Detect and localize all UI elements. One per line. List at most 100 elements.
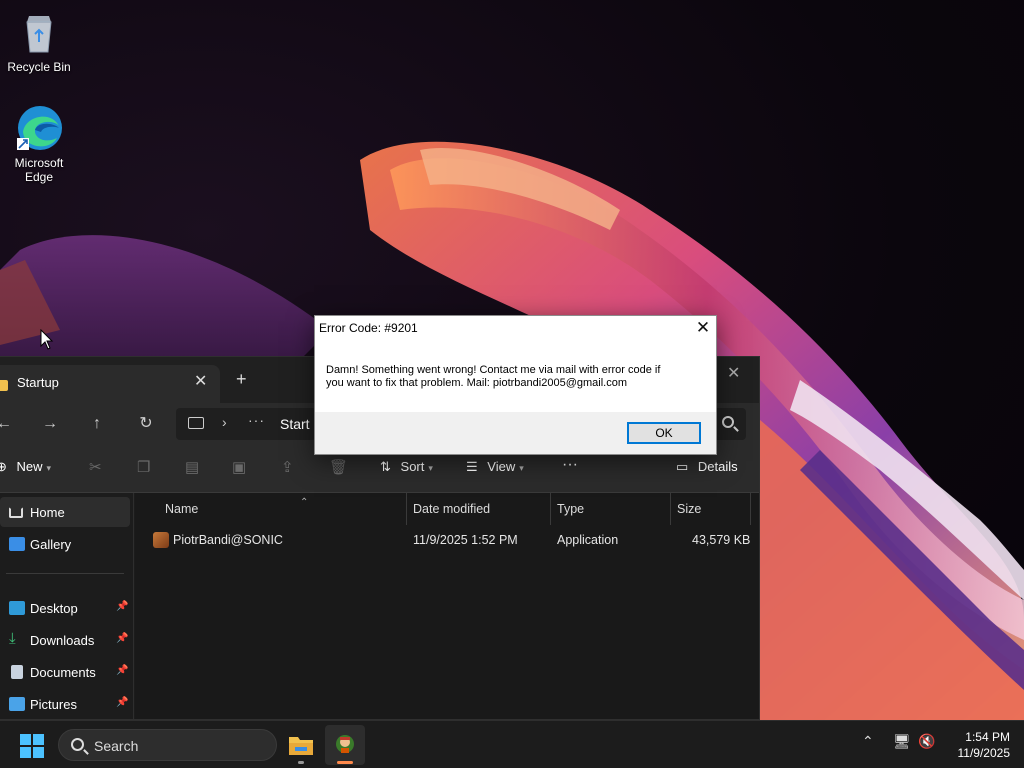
table-row[interactable]: PiotrBandi@SONIC 11/9/2025 1:52 PM Appli… (135, 525, 759, 557)
taskbar-search[interactable]: Search (58, 729, 277, 761)
sidebar-item-documents[interactable]: Documents 📌 (0, 657, 130, 687)
sidebar-item-gallery[interactable]: Gallery (0, 529, 130, 559)
gallery-icon (9, 537, 25, 551)
breadcrumb-overflow[interactable]: ··· (248, 412, 265, 428)
mouse-cursor-icon (40, 329, 54, 350)
documents-icon (11, 665, 23, 679)
column-header-name[interactable]: ⌃ Name (157, 493, 407, 525)
clock-time: 1:54 PM (965, 730, 1010, 744)
column-header-type[interactable]: Type (549, 493, 671, 525)
sidebar-item-downloads[interactable]: ⤓ Downloads 📌 (0, 625, 130, 655)
show-hidden-icons-chevron-icon[interactable]: ⌃ (862, 733, 874, 750)
cut-icon[interactable]: ✂ (89, 458, 102, 476)
plus-circle-icon: ⊕ (0, 459, 7, 474)
taskbar-search-label: Search (94, 738, 139, 754)
ok-button[interactable]: OK (627, 422, 701, 444)
search-icon (71, 738, 84, 751)
column-header-size[interactable]: Size (669, 493, 751, 525)
sort-label: Sort (400, 459, 425, 474)
navigation-pane: Home Gallery Desktop 📌 ⤓ Downloads 📌 Doc… (0, 493, 134, 719)
chevron-down-icon: ▾ (428, 463, 433, 473)
new-button[interactable]: ⊕ New▾ (0, 459, 51, 475)
dialog-message-line2: you want to fix that problem. Mail: piot… (326, 377, 627, 389)
home-icon (9, 507, 23, 518)
column-header-label: Date modified (413, 502, 491, 516)
window-close-button[interactable]: ✕ (727, 363, 740, 383)
error-dialog: Error Code: #9201 ✕ Damn! Something went… (314, 315, 717, 455)
new-tab-button[interactable]: + (236, 369, 247, 390)
sort-button[interactable]: ⇅ Sort ▾ (380, 459, 433, 475)
dialog-title: Error Code: #9201 (319, 321, 418, 335)
refresh-icon[interactable]: ↻ (134, 412, 158, 436)
pin-icon: 📌 (116, 697, 129, 708)
taskbar-running-app[interactable] (325, 725, 365, 765)
desktop-icon (9, 601, 25, 615)
file-size: 43,579 KB (692, 533, 751, 547)
file-date: 11/9/2025 1:52 PM (413, 533, 518, 547)
desktop-icon-recycle-bin[interactable]: Recycle Bin (1, 8, 77, 74)
recycle-bin-label: Recycle Bin (7, 60, 71, 74)
column-header-date[interactable]: Date modified (405, 493, 551, 525)
windows-logo-icon (33, 734, 44, 745)
address-bar[interactable]: › ··· Start Menu (176, 408, 316, 440)
sidebar-item-pictures[interactable]: Pictures 📌 (0, 689, 130, 719)
windows-logo-icon (20, 747, 31, 758)
new-label: New (16, 459, 43, 474)
file-list: ⌃ Name Date modified Type Size PiotrBand… (135, 493, 759, 719)
dialog-close-button[interactable]: ✕ (692, 317, 714, 339)
paste-icon[interactable]: ▤ (185, 458, 199, 476)
forward-arrow-icon[interactable]: → (38, 412, 62, 436)
tab-close-icon[interactable]: ✕ (194, 371, 207, 391)
sidebar-divider (6, 573, 124, 574)
column-header-label: Size (677, 502, 702, 516)
start-button[interactable] (20, 734, 44, 758)
recycle-bin-icon (15, 8, 63, 56)
windows-logo-icon (33, 747, 44, 758)
system-clock[interactable]: 1:54 PM 11/9/2025 (946, 729, 1011, 761)
details-pane-icon: ▭ (676, 459, 689, 474)
taskbar-file-explorer[interactable] (281, 725, 321, 765)
view-label: View (487, 459, 516, 474)
chevron-down-icon: ▾ (46, 463, 52, 473)
view-icon: ☰ (466, 459, 478, 474)
folder-icon (0, 380, 8, 391)
chevron-down-icon: ▾ (519, 463, 524, 473)
copy-icon[interactable]: ❐ (137, 458, 150, 476)
pin-icon: 📌 (116, 633, 129, 644)
sort-icon: ⇅ (380, 459, 391, 474)
column-header-label: Name (165, 502, 199, 516)
volume-muted-icon[interactable]: 🔇 (918, 733, 935, 750)
taskbar: Search ⌃ 🖥 🔇 1:54 PM 11/9/2025 (0, 720, 1024, 768)
running-indicator (298, 761, 304, 764)
file-type: Application (557, 533, 619, 547)
tab-startup[interactable]: Startup ✕ (0, 365, 220, 403)
back-arrow-icon[interactable]: ← (0, 412, 16, 436)
sidebar-item-label: Documents (30, 665, 96, 680)
sort-ascending-icon: ⌃ (300, 497, 309, 508)
app-icon (336, 735, 354, 753)
active-indicator (337, 761, 353, 764)
edge-icon (15, 104, 63, 152)
desktop-icon-edge[interactable]: Microsoft Edge (1, 104, 77, 184)
sidebar-item-label: Downloads (30, 633, 95, 648)
sidebar-item-label: Home (30, 505, 65, 520)
more-options-button[interactable]: ··· (562, 456, 578, 474)
rename-icon[interactable]: ▣ (232, 458, 246, 476)
edge-label-line1: Microsoft (14, 156, 64, 170)
search-icon (722, 416, 734, 428)
chevron-right-icon: › (222, 414, 227, 430)
delete-icon[interactable]: 🗑 (329, 458, 348, 476)
breadcrumb-start-menu[interactable]: Start Menu (280, 416, 310, 432)
sidebar-item-label: Gallery (30, 537, 72, 552)
file-explorer-icon (289, 737, 313, 755)
pin-icon: 📌 (116, 665, 129, 676)
windows-logo-icon (20, 734, 31, 745)
sidebar-item-home[interactable]: Home (0, 497, 130, 527)
sidebar-item-desktop[interactable]: Desktop 📌 (0, 593, 130, 623)
up-arrow-icon[interactable]: ↑ (85, 412, 109, 436)
network-icon[interactable]: 🖥 (893, 733, 911, 750)
column-header-label: Type (557, 502, 585, 516)
details-button[interactable]: ▭ Details (676, 459, 738, 475)
share-icon[interactable]: ⇪ (281, 458, 294, 476)
view-button[interactable]: ☰ View ▾ (466, 459, 524, 475)
